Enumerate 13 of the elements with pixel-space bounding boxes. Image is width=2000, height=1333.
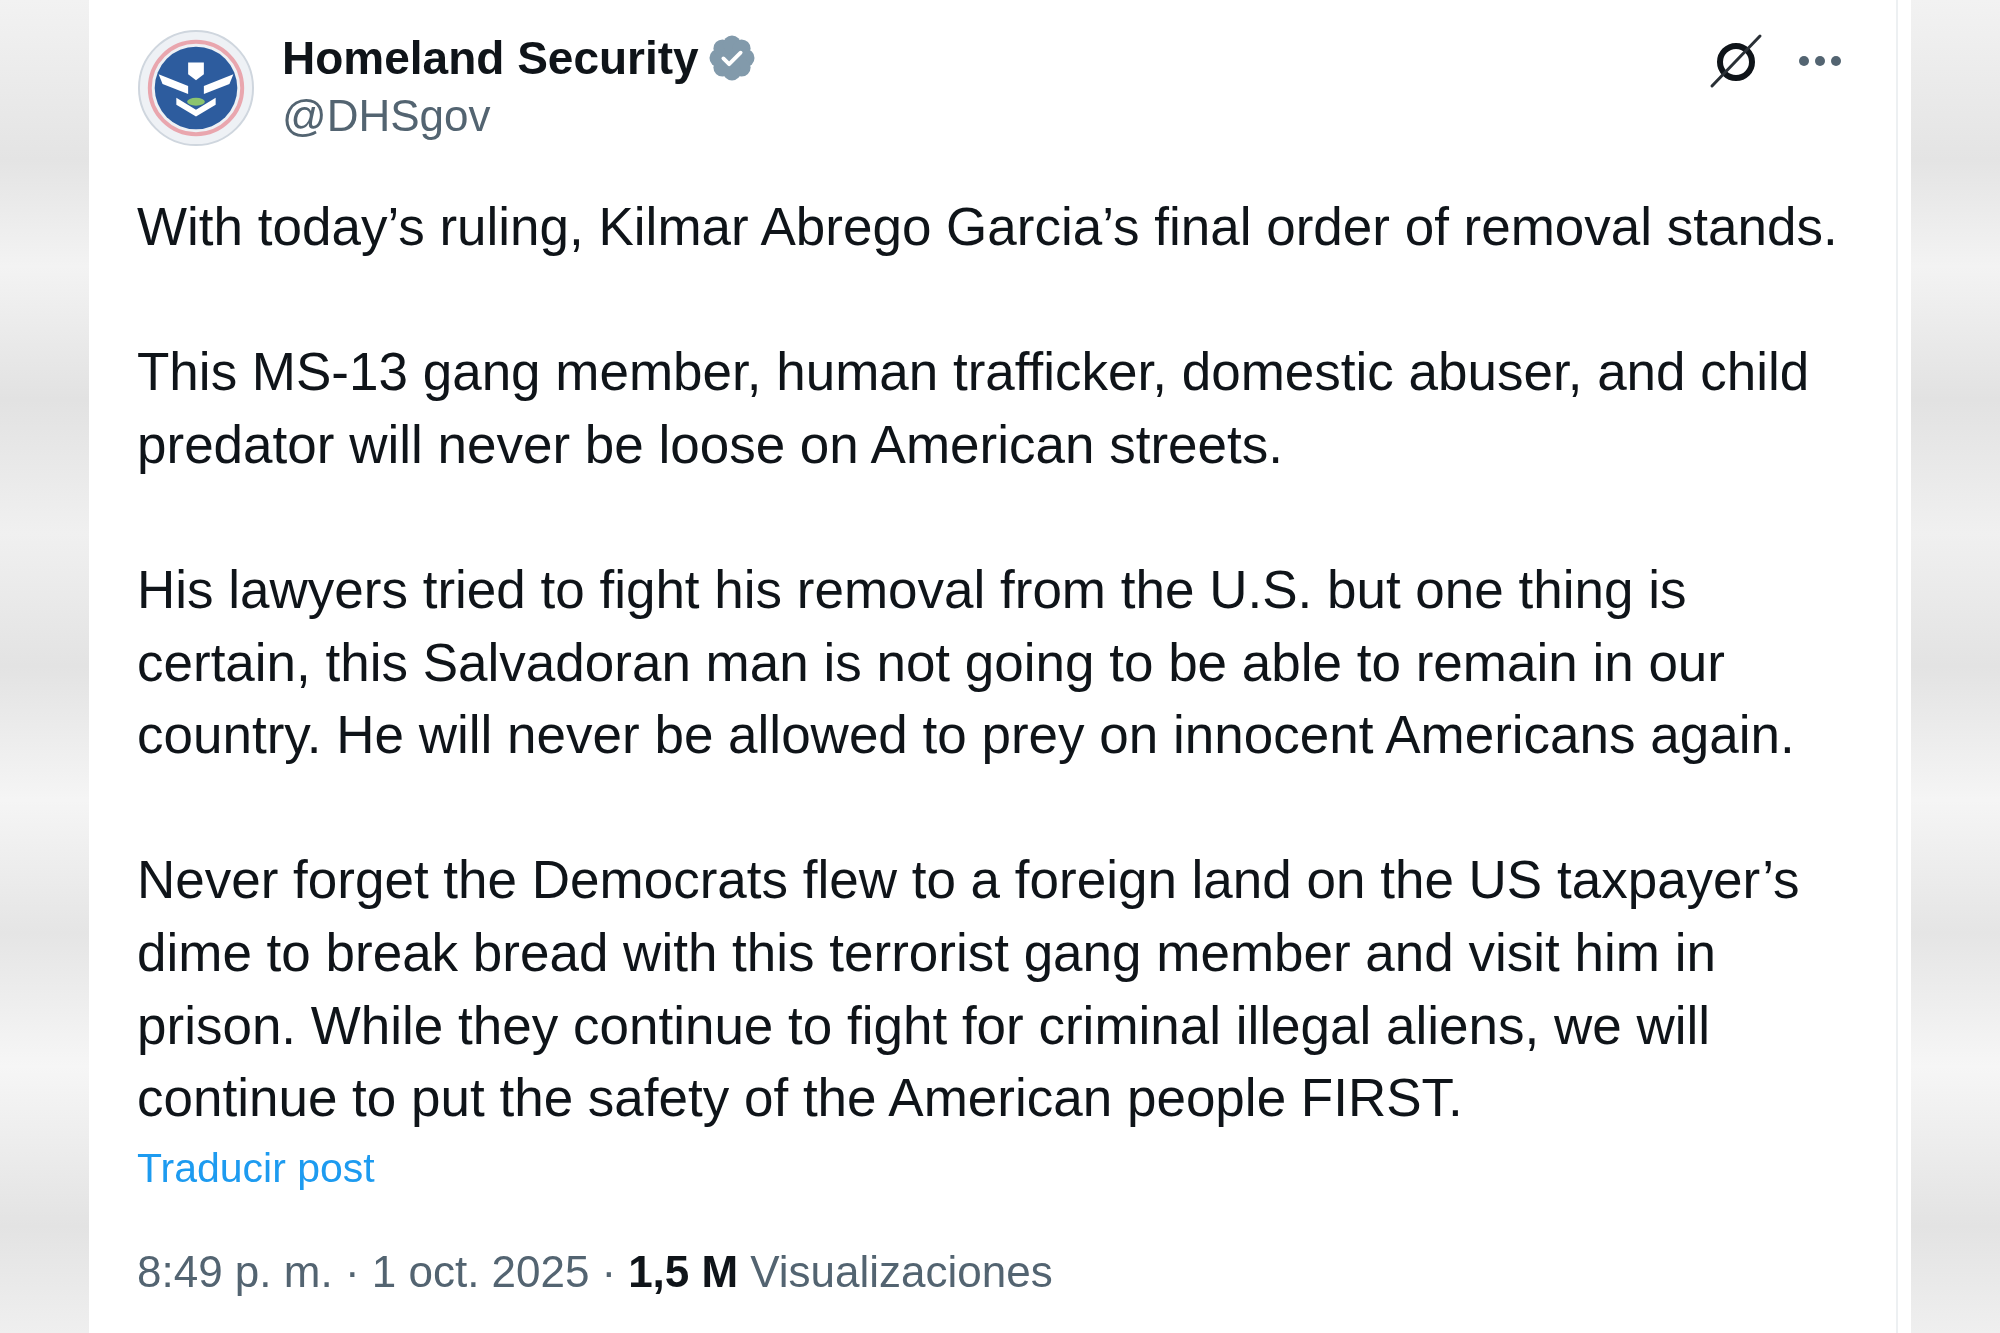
seal-avatar-icon[interactable] bbox=[137, 29, 255, 147]
more-icon[interactable] bbox=[1798, 55, 1842, 67]
author-name[interactable]: Homeland Security bbox=[282, 29, 699, 87]
post-paragraph: With today’s ruling, Kilmar Abrego Garcia’s final order of removal stands. bbox=[137, 196, 1839, 258]
post-paragraph: His lawyers tried to fight his removal from the U.S. but one thing is certain, this Salvadoran man is not going to be able to remain in our country. He will never be allowed to prey on innocent Americans again. bbox=[137, 558, 1796, 767]
separator: · bbox=[601, 1245, 617, 1298]
post-paragraph: This MS-13 gang member, human trafficker, domestic abuser, and child predator will never be loose on American streets. bbox=[137, 341, 1811, 476]
view-count: 1,5 M bbox=[628, 1245, 739, 1298]
views-label: Visualizaciones bbox=[750, 1245, 1053, 1298]
post-paragraph: Never forget the Democrats flew to a foreign land on the US taxpayer’s dime to break bread with this terrorist gang member and visit him in prison. While they continue to fight for criminal illegal aliens, we will continue to put the safety of the American people FIRST. bbox=[137, 849, 1801, 1130]
author-handle[interactable]: @DHSgov bbox=[282, 87, 755, 145]
timestamp-link[interactable]: 8:49 p. m. · 1 oct. 2025 bbox=[137, 1241, 590, 1302]
slashed-circle-icon[interactable] bbox=[1708, 33, 1764, 89]
